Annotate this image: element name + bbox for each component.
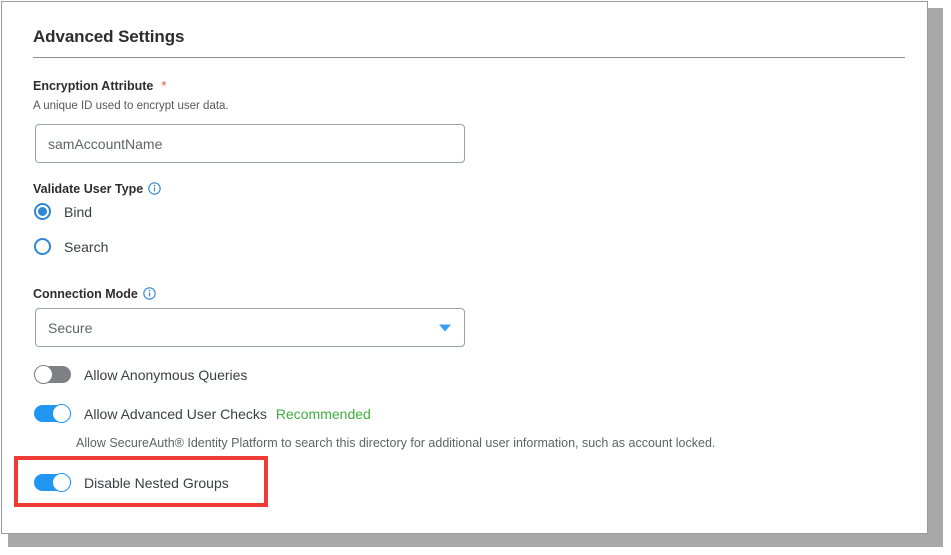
allow-advanced-user-checks-help: Allow SecureAuth® Identity Platform to s… <box>76 436 716 450</box>
toggle-row-allow-advanced-user-checks[interactable]: Allow Advanced User Checks Recommended <box>34 404 371 423</box>
encryption-attribute-label: Encryption Attribute * <box>33 79 166 93</box>
screenshot-root: Advanced Settings Encryption Attribute * … <box>0 0 951 555</box>
allow-advanced-user-checks-toggle[interactable] <box>34 404 71 423</box>
chevron-down-icon[interactable] <box>439 324 451 331</box>
encryption-attribute-input[interactable] <box>35 124 465 163</box>
connection-mode-label: Connection Mode <box>33 287 156 301</box>
connection-mode-select[interactable]: Secure <box>35 308 465 347</box>
toggle-knob <box>34 365 53 384</box>
radio-bind-control[interactable] <box>34 203 51 220</box>
encryption-attribute-label-text: Encryption Attribute <box>33 79 154 93</box>
info-circle-icon[interactable] <box>148 182 162 195</box>
required-asterisk: * <box>161 78 167 93</box>
radio-search-control[interactable] <box>34 238 51 255</box>
radio-bind-label: Bind <box>64 203 93 220</box>
disable-nested-groups-toggle[interactable] <box>34 473 71 492</box>
title-divider <box>33 57 905 58</box>
radio-search-label: Search <box>64 238 109 255</box>
toggle-row-allow-anonymous-queries[interactable]: Allow Anonymous Queries <box>34 365 247 384</box>
disable-nested-groups-label: Disable Nested Groups <box>84 474 229 491</box>
allow-anonymous-queries-toggle[interactable] <box>34 365 71 384</box>
toggle-knob <box>52 473 71 492</box>
advanced-settings-card: Advanced Settings Encryption Attribute * … <box>1 1 928 534</box>
allow-anonymous-queries-label: Allow Anonymous Queries <box>84 366 248 383</box>
radio-option-bind[interactable]: Bind <box>34 203 92 220</box>
page-title: Advanced Settings <box>33 27 185 46</box>
toggle-row-disable-nested-groups[interactable]: Disable Nested Groups <box>34 473 229 492</box>
recommended-badge: Recommended <box>275 405 371 422</box>
allow-advanced-user-checks-label: Allow Advanced User Checks <box>84 405 267 422</box>
radio-option-search[interactable]: Search <box>34 238 108 255</box>
connection-mode-label-text: Connection Mode <box>33 287 138 301</box>
toggle-knob <box>52 404 71 423</box>
validate-user-type-label-text: Validate User Type <box>33 182 144 196</box>
info-circle-icon[interactable] <box>143 287 156 300</box>
validate-user-type-label: Validate User Type <box>33 182 162 196</box>
connection-mode-selected-value: Secure <box>48 319 93 336</box>
encryption-attribute-help: A unique ID used to encrypt user data. <box>33 100 229 112</box>
